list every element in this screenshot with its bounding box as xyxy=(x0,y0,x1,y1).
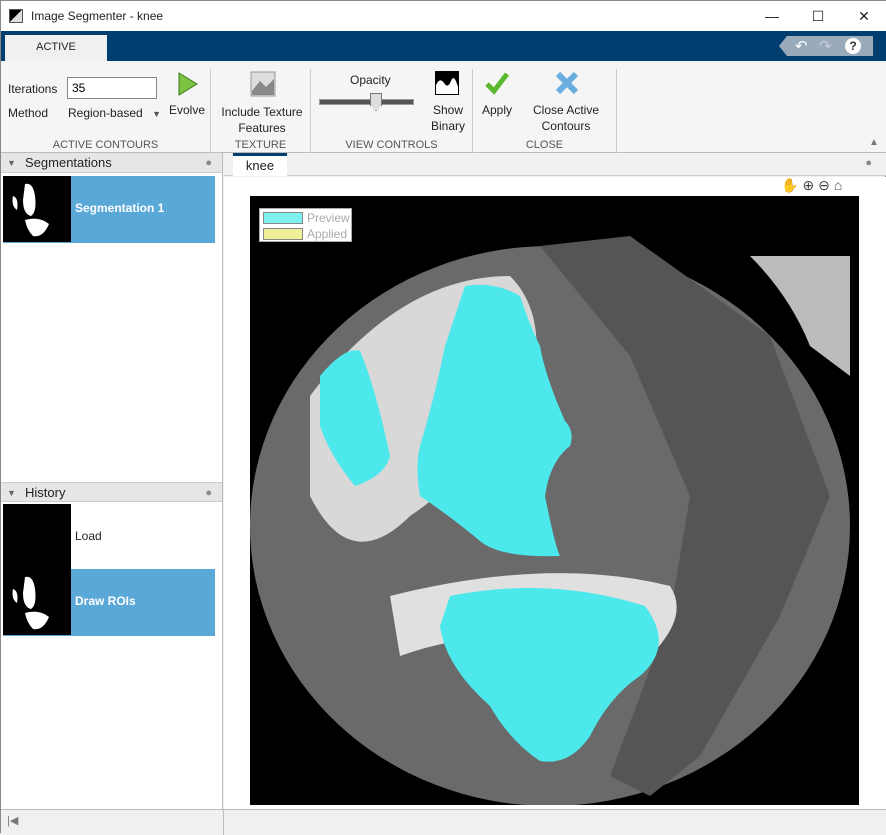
history-title: History xyxy=(25,485,66,500)
quick-access-bar: ↶ ↷ ? xyxy=(779,36,873,56)
history-header: ▼ History ● xyxy=(1,482,222,502)
legend: Preview Applied xyxy=(259,208,352,242)
collapse-left-icon[interactable]: |◀ xyxy=(7,814,18,827)
opacity-label: Opacity xyxy=(350,73,391,87)
axes-toolbar: ✋⊕⊖⌂ xyxy=(781,177,846,194)
pan-icon[interactable]: ✋ xyxy=(781,177,802,193)
collapse-icon[interactable]: ▼ xyxy=(7,483,16,503)
evolve-label: Evolve xyxy=(168,103,206,117)
close-active-contours-button[interactable]: Close Active Contours xyxy=(521,71,611,135)
chevron-down-icon: ▼ xyxy=(152,109,161,119)
maximize-button[interactable]: ☐ xyxy=(795,1,841,31)
window-title: Image Segmenter - knee xyxy=(31,9,164,23)
checkmark-icon xyxy=(485,72,509,95)
show-binary-button[interactable]: Show Binary xyxy=(425,71,471,135)
close-label: Close Active Contours xyxy=(532,103,600,133)
method-dropdown[interactable]: Region-based ▼ xyxy=(68,106,161,120)
include-texture-button[interactable]: Include Texture Features xyxy=(216,71,308,135)
zoom-out-icon[interactable]: ⊖ xyxy=(818,177,834,193)
segmentations-title: Segmentations xyxy=(25,155,112,170)
history-label: Draw ROIs xyxy=(75,594,136,608)
segmentations-header: ▼ Segmentations ● xyxy=(1,153,222,173)
legend-preview-label: Preview xyxy=(307,211,350,225)
iterations-label: Iterations xyxy=(8,82,58,96)
close-x-icon xyxy=(555,71,579,95)
app-icon xyxy=(9,9,23,23)
panel-menu-icon[interactable]: ● xyxy=(205,153,212,173)
legend-applied-label: Applied xyxy=(307,227,348,241)
section-label: TEXTURE xyxy=(234,139,287,151)
history-label: Load xyxy=(75,529,102,543)
segmentation-thumbnail xyxy=(3,176,71,242)
method-value: Region-based xyxy=(68,106,143,120)
document-menu-icon[interactable]: ● xyxy=(865,157,872,169)
section-label: VIEW CONTROLS xyxy=(345,139,438,151)
preview-swatch xyxy=(263,212,303,224)
play-icon xyxy=(178,72,198,96)
document-tabbar: knee ● xyxy=(224,153,886,176)
tab-knee[interactable]: knee xyxy=(233,153,287,176)
collapse-icon[interactable]: ▼ xyxy=(7,153,16,173)
history-thumbnail xyxy=(3,569,71,635)
knee-image[interactable] xyxy=(250,196,859,805)
iterations-input[interactable] xyxy=(67,77,157,99)
include-texture-label: Include Texture Features xyxy=(221,105,303,135)
collapse-toolstrip-icon[interactable]: ▲ xyxy=(869,137,879,148)
home-icon[interactable]: ⌂ xyxy=(834,177,846,193)
segmentation-item[interactable]: Segmentation 1 xyxy=(3,176,215,243)
minimize-button[interactable]: — xyxy=(749,1,795,31)
title-bar: Image Segmenter - knee — ☐ ✕ xyxy=(1,1,886,31)
evolve-button[interactable]: Evolve xyxy=(167,71,207,131)
apply-button[interactable]: Apply xyxy=(477,71,517,121)
left-panel: ▼ Segmentations ● Segmentation 1 ▼ Histo… xyxy=(1,153,223,809)
section-label: ACTIVE CONTOURS xyxy=(52,139,159,151)
texture-icon xyxy=(250,71,276,97)
history-item-draw-rois[interactable]: Draw ROIs xyxy=(3,569,215,636)
show-binary-label: Show Binary xyxy=(430,103,465,133)
undo-icon[interactable]: ↶ xyxy=(795,37,808,55)
divider xyxy=(223,810,224,835)
apply-label: Apply xyxy=(481,103,513,117)
history-item-load[interactable]: Load xyxy=(3,504,215,571)
history-thumbnail xyxy=(3,504,71,570)
tab-band xyxy=(1,31,886,61)
panel-menu-icon[interactable]: ● xyxy=(205,483,212,503)
status-bar: |◀ xyxy=(1,809,886,835)
tab-active-contours[interactable]: ACTIVE CONTOURS xyxy=(5,35,107,77)
close-window-button[interactable]: ✕ xyxy=(841,1,886,31)
section-label: CLOSE xyxy=(525,139,564,151)
redo-icon[interactable]: ↷ xyxy=(819,37,832,55)
opacity-slider[interactable] xyxy=(319,93,414,111)
binary-icon xyxy=(435,71,459,95)
applied-swatch xyxy=(263,228,303,240)
method-label: Method xyxy=(8,106,49,120)
zoom-in-icon[interactable]: ⊕ xyxy=(802,177,818,193)
segmentation-label: Segmentation 1 xyxy=(75,201,165,215)
help-icon[interactable]: ? xyxy=(845,38,861,54)
